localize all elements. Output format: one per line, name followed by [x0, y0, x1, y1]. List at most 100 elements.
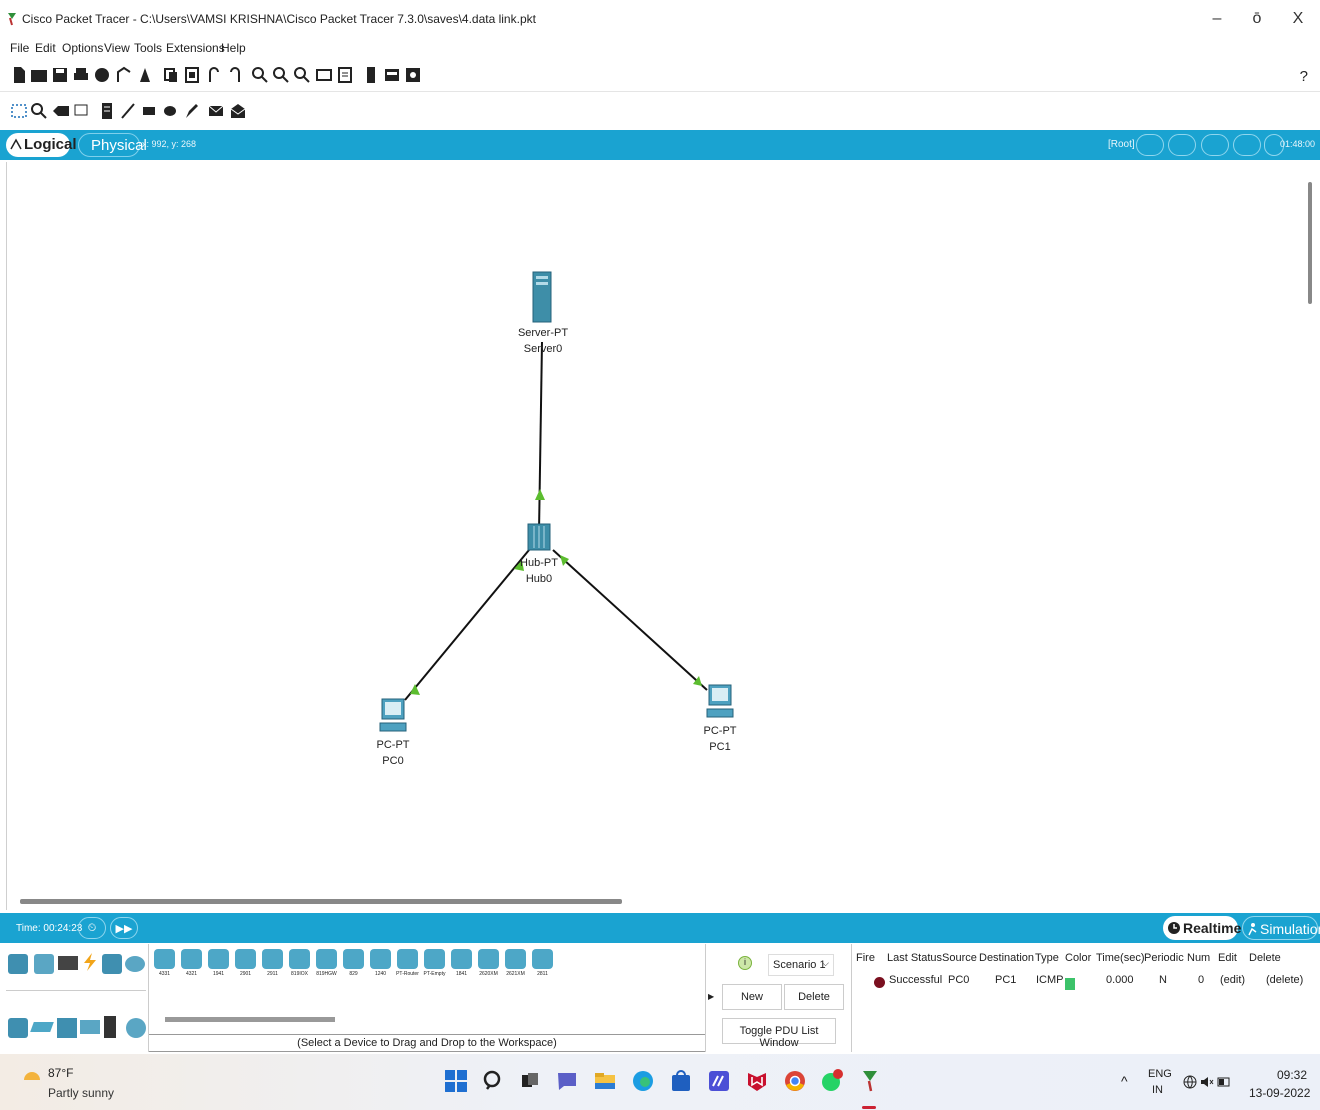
packet-tracer-taskbar-icon[interactable]: [858, 1069, 882, 1093]
draw-rectangle-icon[interactable]: [140, 102, 158, 120]
open-folder-icon[interactable]: [30, 66, 48, 84]
new-file-icon[interactable]: [10, 66, 28, 84]
teams-chat-icon[interactable]: [555, 1069, 579, 1093]
save-icon[interactable]: [51, 66, 69, 84]
menu-help[interactable]: Help: [221, 41, 246, 55]
custom-device-icon[interactable]: [136, 66, 154, 84]
weather-sun-cloud-icon[interactable]: [20, 1068, 44, 1088]
router-model-829[interactable]: 829: [342, 949, 365, 981]
mcafee-icon[interactable]: [745, 1069, 769, 1093]
resize-shape-icon[interactable]: [73, 102, 91, 120]
close-button[interactable]: X: [1288, 10, 1308, 28]
chrome-icon[interactable]: [783, 1069, 807, 1093]
delete-scenario-button[interactable]: Delete: [784, 984, 844, 1010]
minimize-button[interactable]: –: [1207, 10, 1227, 28]
link-hub-pc1[interactable]: [552, 549, 708, 691]
show-hidden-icons-chevron-icon[interactable]: ^: [1121, 1073, 1128, 1089]
router-model-1941[interactable]: 1941: [207, 949, 230, 981]
edit-pdu-link[interactable]: (edit): [1220, 974, 1245, 986]
new-scenario-button[interactable]: New: [722, 984, 782, 1010]
freeform-icon[interactable]: [182, 102, 200, 120]
battery-icon[interactable]: [1217, 1076, 1231, 1088]
logical-workspace[interactable]: Server-PT Server0 Hub-PT Hub0 PC-PT PC0 …: [6, 162, 1304, 910]
viewport-button[interactable]: [1201, 134, 1229, 156]
input-language[interactable]: ENG: [1148, 1068, 1172, 1080]
subcategory-switches-icon[interactable]: [30, 1022, 54, 1032]
environment-icon[interactable]: [1233, 134, 1261, 156]
realtime-mode-button[interactable]: Realtime: [1163, 916, 1241, 940]
fire-indicator-icon[interactable]: [874, 977, 885, 988]
input-region[interactable]: IN: [1152, 1084, 1163, 1096]
power-cycle-devices-icon[interactable]: ⏲: [78, 917, 106, 939]
app-icon[interactable]: [707, 1069, 731, 1093]
set-tiled-background-icon[interactable]: [1168, 134, 1196, 156]
subcategory-wan-emulation-icon[interactable]: [126, 1018, 146, 1038]
category-components-icon[interactable]: [58, 956, 78, 970]
category-network-devices-icon[interactable]: [8, 954, 28, 974]
back-button[interactable]: [1136, 134, 1164, 156]
subcategory-routers-icon[interactable]: [8, 1018, 28, 1038]
router-model-pt-empty[interactable]: PT-Empty: [423, 949, 446, 981]
taskbar-clock-date[interactable]: 13-09-2022: [1249, 1086, 1310, 1100]
category-misc-icon[interactable]: [102, 954, 122, 974]
fast-forward-time-icon[interactable]: ▶▶: [110, 917, 138, 939]
workspace-vertical-scrollbar[interactable]: [1308, 182, 1312, 304]
router-model-4331[interactable]: 4331: [153, 949, 176, 981]
router-model-2621xm[interactable]: 2621XM: [504, 949, 527, 981]
inspect-icon[interactable]: [30, 102, 48, 120]
menu-edit[interactable]: Edit: [35, 41, 56, 55]
draw-ellipse-icon[interactable]: [161, 102, 179, 120]
toggle-pdu-list-button[interactable]: Toggle PDU List Window: [722, 1018, 836, 1049]
weather-condition[interactable]: Partly sunny: [48, 1086, 114, 1100]
simulation-mode-button[interactable]: Simulation: [1242, 916, 1320, 940]
router-model-2811[interactable]: 2811: [531, 949, 554, 981]
root-breadcrumb[interactable]: [Root]: [1108, 139, 1135, 150]
delete-tool-icon[interactable]: [52, 102, 70, 120]
model-list-scrollbar[interactable]: [165, 1017, 335, 1022]
category-end-devices-icon[interactable]: [34, 954, 54, 974]
scenario-select[interactable]: Scenario 1 ⌵: [768, 954, 834, 976]
taskbar-clock-time[interactable]: 09:32: [1277, 1068, 1307, 1082]
pc1-device[interactable]: [706, 683, 734, 721]
zoom-in-icon[interactable]: [251, 66, 269, 84]
ipc-icon[interactable]: [362, 66, 380, 84]
menu-view[interactable]: View: [104, 41, 130, 55]
expand-arrow-icon[interactable]: ▶: [708, 992, 714, 1001]
maximize-button[interactable]: ō: [1247, 10, 1267, 28]
table-row[interactable]: Successful PC0 PC1 ICMP 0.000 N 0 (edit)…: [856, 970, 1320, 992]
hub0-device[interactable]: [526, 522, 552, 552]
pc0-device[interactable]: [379, 697, 407, 735]
router-model-4321[interactable]: 4321: [180, 949, 203, 981]
link-server-hub[interactable]: [538, 341, 543, 533]
print-icon[interactable]: [72, 66, 90, 84]
subcategory-hubs-icon[interactable]: [57, 1018, 77, 1038]
menu-options[interactable]: Options: [62, 41, 103, 55]
router-model-2911[interactable]: 2911: [261, 949, 284, 981]
workspace-horizontal-scrollbar[interactable]: [20, 899, 622, 904]
subcategory-wireless-icon[interactable]: [80, 1020, 100, 1034]
help-button[interactable]: ?: [1300, 68, 1308, 85]
copy-icon[interactable]: [162, 66, 180, 84]
pdu-list-icon[interactable]: [404, 66, 422, 84]
activity-wizard-icon[interactable]: [93, 66, 111, 84]
select-icon[interactable]: [10, 102, 28, 120]
server0-device[interactable]: [531, 270, 553, 324]
router-model-819iox[interactable]: 819IOX: [288, 949, 311, 981]
file-explorer-icon[interactable]: [593, 1069, 617, 1093]
network-globe-icon[interactable]: [1183, 1075, 1197, 1089]
delete-pdu-link[interactable]: (delete): [1266, 974, 1303, 986]
router-model-2901[interactable]: 2901: [234, 949, 257, 981]
network-info-icon[interactable]: [115, 66, 133, 84]
router-model-pt-router[interactable]: PT-Router: [396, 949, 419, 981]
zoom-reset-icon[interactable]: [272, 66, 290, 84]
router-model-1841[interactable]: 1841: [450, 949, 473, 981]
place-note-icon[interactable]: [98, 102, 116, 120]
volume-muted-icon[interactable]: [1200, 1075, 1214, 1089]
menu-file[interactable]: File: [10, 41, 29, 55]
task-view-icon[interactable]: [518, 1069, 542, 1093]
windows-start-icon[interactable]: [444, 1069, 468, 1093]
whatsapp-icon[interactable]: [820, 1069, 844, 1093]
tab-physical[interactable]: Physical: [78, 133, 147, 157]
category-multiuser-icon[interactable]: [125, 956, 145, 972]
category-connections-icon[interactable]: [80, 952, 100, 972]
